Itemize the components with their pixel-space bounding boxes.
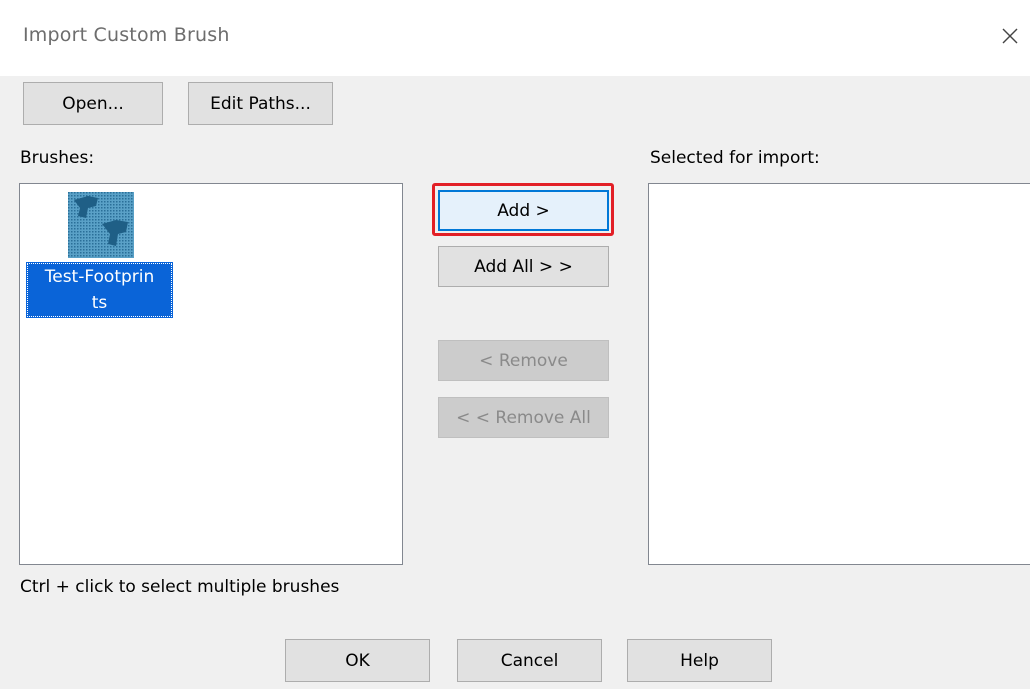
close-icon[interactable] — [996, 22, 1024, 50]
footprints-brush-thumbnail[interactable] — [68, 192, 134, 258]
remove-button[interactable]: < Remove — [438, 340, 609, 381]
brush-item-test-footprints[interactable]: Test-Footprin ts — [26, 262, 173, 318]
brush-item-name-line1: Test-Footprin — [44, 267, 155, 287]
selected-for-import-label: Selected for import: — [650, 148, 820, 168]
selected-for-import-list[interactable] — [648, 183, 1030, 565]
brush-item-name-line2: ts — [91, 293, 108, 313]
help-button[interactable]: Help — [627, 639, 772, 682]
annotation-highlight — [432, 183, 614, 236]
dialog-title: Import Custom Brush — [23, 24, 230, 46]
ok-button[interactable]: OK — [285, 639, 430, 682]
multi-select-hint: Ctrl + click to select multiple brushes — [20, 577, 340, 597]
add-all-button[interactable]: Add All > > — [438, 246, 609, 287]
brushes-label: Brushes: — [20, 148, 95, 168]
edit-paths-button[interactable]: Edit Paths... — [188, 82, 333, 125]
open-button[interactable]: Open... — [23, 82, 163, 125]
remove-all-button[interactable]: < < Remove All — [438, 397, 609, 438]
cancel-button[interactable]: Cancel — [457, 639, 602, 682]
